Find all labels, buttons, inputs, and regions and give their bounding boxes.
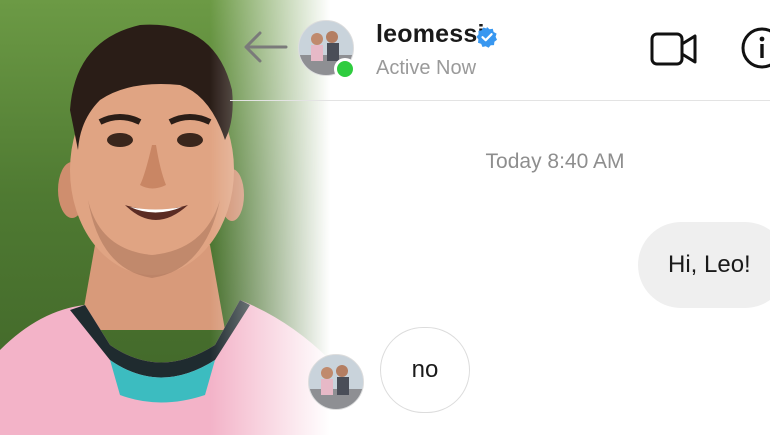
chat-window: leomessi Active Now Today 8:40 AM Hi, Le… xyxy=(230,0,770,435)
verified-badge-icon xyxy=(476,27,497,48)
profile-avatar[interactable] xyxy=(298,20,356,80)
video-call-icon[interactable] xyxy=(650,30,698,68)
back-arrow-icon[interactable] xyxy=(242,30,288,64)
online-status-dot xyxy=(334,58,356,80)
received-message-text: no xyxy=(411,356,439,383)
message-timestamp: Today 8:40 AM xyxy=(230,150,770,174)
active-status-label: Active Now xyxy=(376,57,477,79)
chat-header: leomessi Active Now xyxy=(230,0,770,101)
chat-username[interactable]: leomessi xyxy=(376,20,485,49)
info-icon[interactable] xyxy=(740,26,770,70)
timestamp-text: Today 8:40 AM xyxy=(485,150,625,173)
sender-avatar[interactable] xyxy=(308,354,364,410)
received-message-bubble[interactable]: no xyxy=(380,327,470,413)
sent-message-bubble[interactable]: Hi, Leo! xyxy=(638,222,770,308)
sent-message-text: Hi, Leo! xyxy=(668,251,751,278)
